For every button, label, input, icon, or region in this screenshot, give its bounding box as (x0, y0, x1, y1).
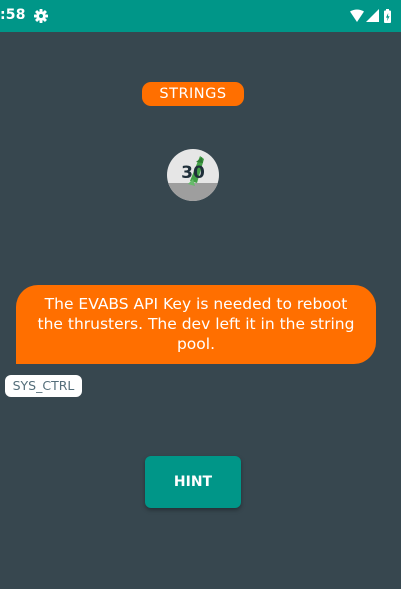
settings-icon (34, 9, 48, 23)
wifi-icon (350, 9, 364, 22)
challenge-message: The EVABS API Key is needed to reboot th… (16, 285, 376, 364)
tag-chip: SYS_CTRL (5, 375, 82, 397)
signal-icon (366, 9, 379, 22)
level-number: 30 (181, 163, 205, 183)
screen-edge (401, 0, 405, 589)
battery-icon (384, 9, 391, 23)
page-title: STRINGS (142, 82, 244, 106)
status-time: :58 (0, 7, 26, 23)
hint-button[interactable]: HINT (145, 456, 241, 508)
status-bar: :58 (0, 0, 405, 32)
status-icons (350, 9, 391, 23)
